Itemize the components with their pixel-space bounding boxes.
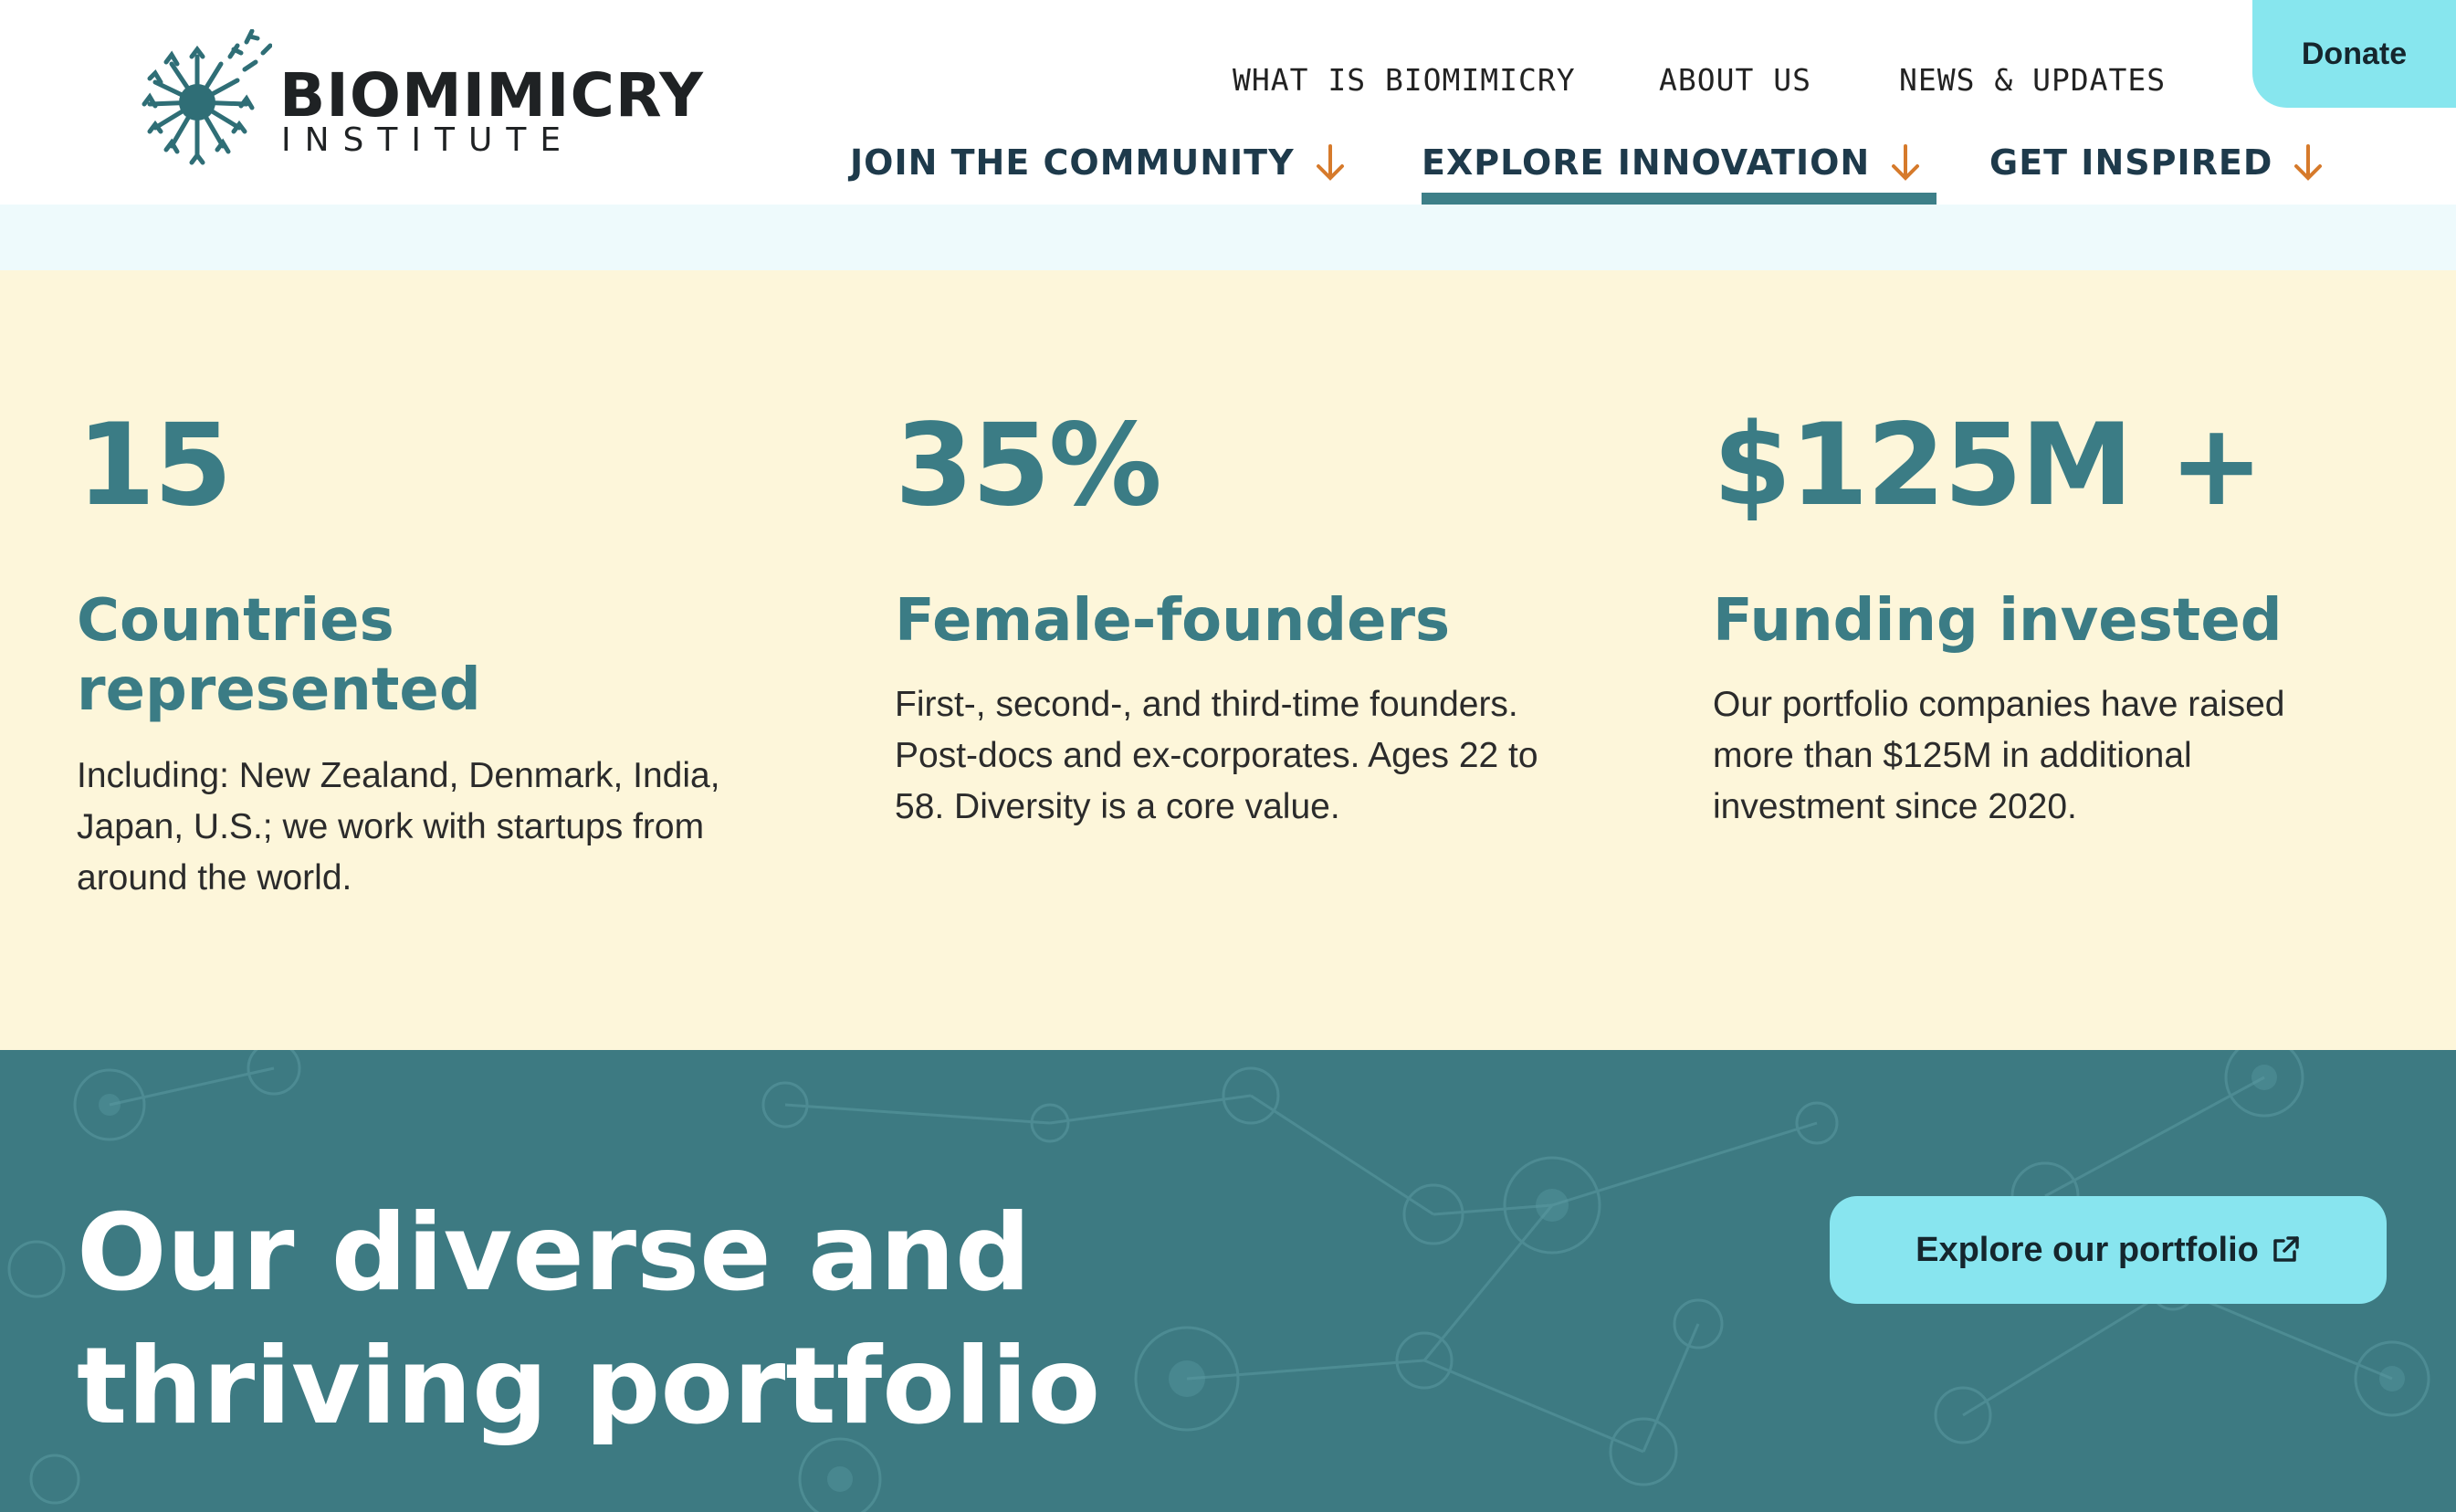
nav-what-is-biomimicry[interactable]: WHAT IS BIOMIMICRY [1233,62,1576,98]
stat-description: Our portfolio companies have raised more… [1713,685,2285,826]
external-link-icon [2273,1236,2299,1262]
nav-label: GET INSPIRED [1989,142,2273,183]
stat-label: Funding invested [1713,587,2283,655]
explore-portfolio-button[interactable]: Explore our portfolio [1830,1196,2387,1304]
stats-section: 15 Countries represented Including: New … [0,270,2456,1050]
nav-label: EXPLORE INNOVATION [1422,142,1871,183]
stat-value: 15 [77,400,233,531]
portfolio-section: Our diverse and thriving portfolio Explo… [0,1050,2456,1512]
nav-get-inspired[interactable]: GET INSPIRED [1989,142,2324,183]
nav-explore-innovation[interactable]: EXPLORE INNOVATION [1422,142,1921,183]
nav-join-the-community[interactable]: JOIN THE COMMUNITY [850,142,1346,183]
button-label: Explore our portfolio [1915,1230,2259,1269]
arrow-down-icon [2294,144,2323,181]
donate-button[interactable]: Donate [2252,0,2456,108]
stat-description: Including: New Zealand, Denmark, India, … [77,756,720,898]
arrow-down-icon [1892,144,1920,181]
nav-about-us[interactable]: ABOUT US [1659,62,1811,98]
portfolio-title: Our diverse and thriving portfolio [77,1192,1101,1448]
nav-news-updates[interactable]: NEWS & UPDATES [1899,62,2166,98]
site-header: BIOMIMICRY INSTITUTE WHAT IS BIOMIMICRY … [0,0,2456,205]
brand-name: BIOMIMICRY [279,60,704,131]
nav-label: JOIN THE COMMUNITY [850,142,1295,183]
active-nav-underline [1422,193,1936,205]
site-logo[interactable]: BIOMIMICRY INSTITUTE [135,29,703,175]
arrow-down-icon [1316,144,1344,181]
subnav-bar [0,205,2456,270]
stat-label: Countries represented [77,587,481,724]
dandelion-logo-icon [142,29,272,165]
stat-value: $125M + [1713,400,2264,531]
stat-label: Female-founders [895,587,1451,655]
stat-value: 35% [895,400,1162,531]
brand-subtitle: INSTITUTE [281,121,575,159]
stat-description: First-, second-, and third-time founders… [895,685,1538,826]
